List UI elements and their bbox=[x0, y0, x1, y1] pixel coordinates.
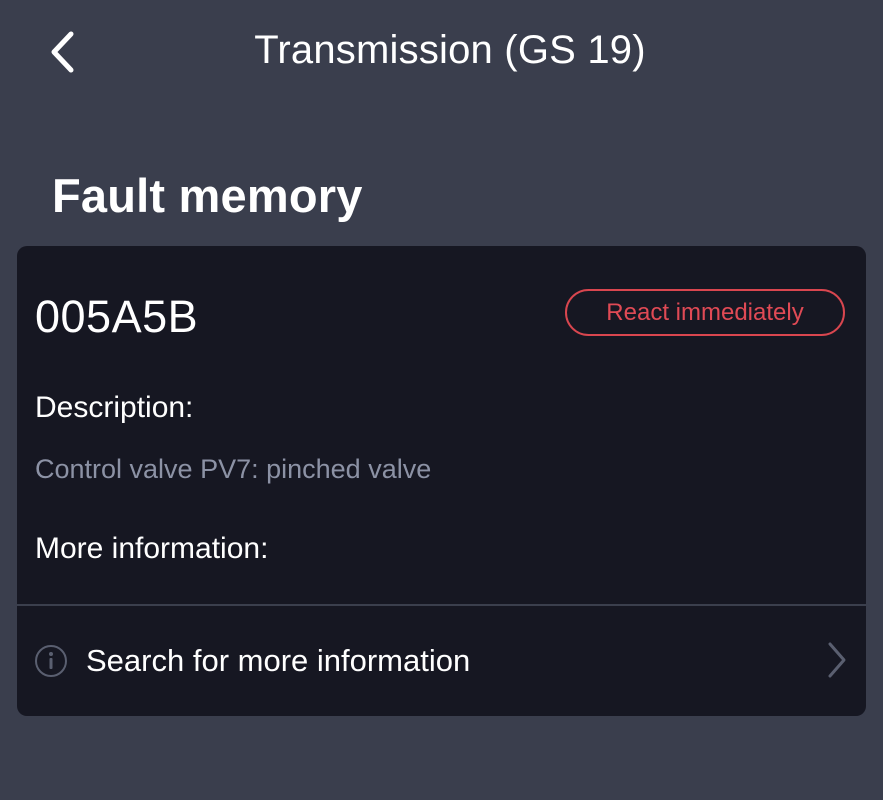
page-title: Transmission (GS 19) bbox=[254, 28, 646, 72]
description-value: Control valve PV7: pinched valve bbox=[35, 454, 432, 484]
section-title: Fault memory bbox=[52, 169, 363, 222]
severity-badge: React immediately bbox=[565, 289, 845, 336]
description-label: Description: bbox=[35, 391, 194, 424]
app-header: Transmission (GS 19) bbox=[0, 0, 883, 110]
more-information-label: More information: bbox=[35, 532, 269, 565]
fault-card: 005A5B React immediately Description: Co… bbox=[17, 246, 866, 716]
search-more-information-label: Search for more information bbox=[86, 643, 471, 678]
info-circle-icon bbox=[35, 645, 67, 677]
chevron-right-icon bbox=[828, 642, 846, 678]
search-more-information-button[interactable]: Search for more information bbox=[17, 606, 866, 716]
fault-code: 005A5B bbox=[35, 291, 199, 342]
